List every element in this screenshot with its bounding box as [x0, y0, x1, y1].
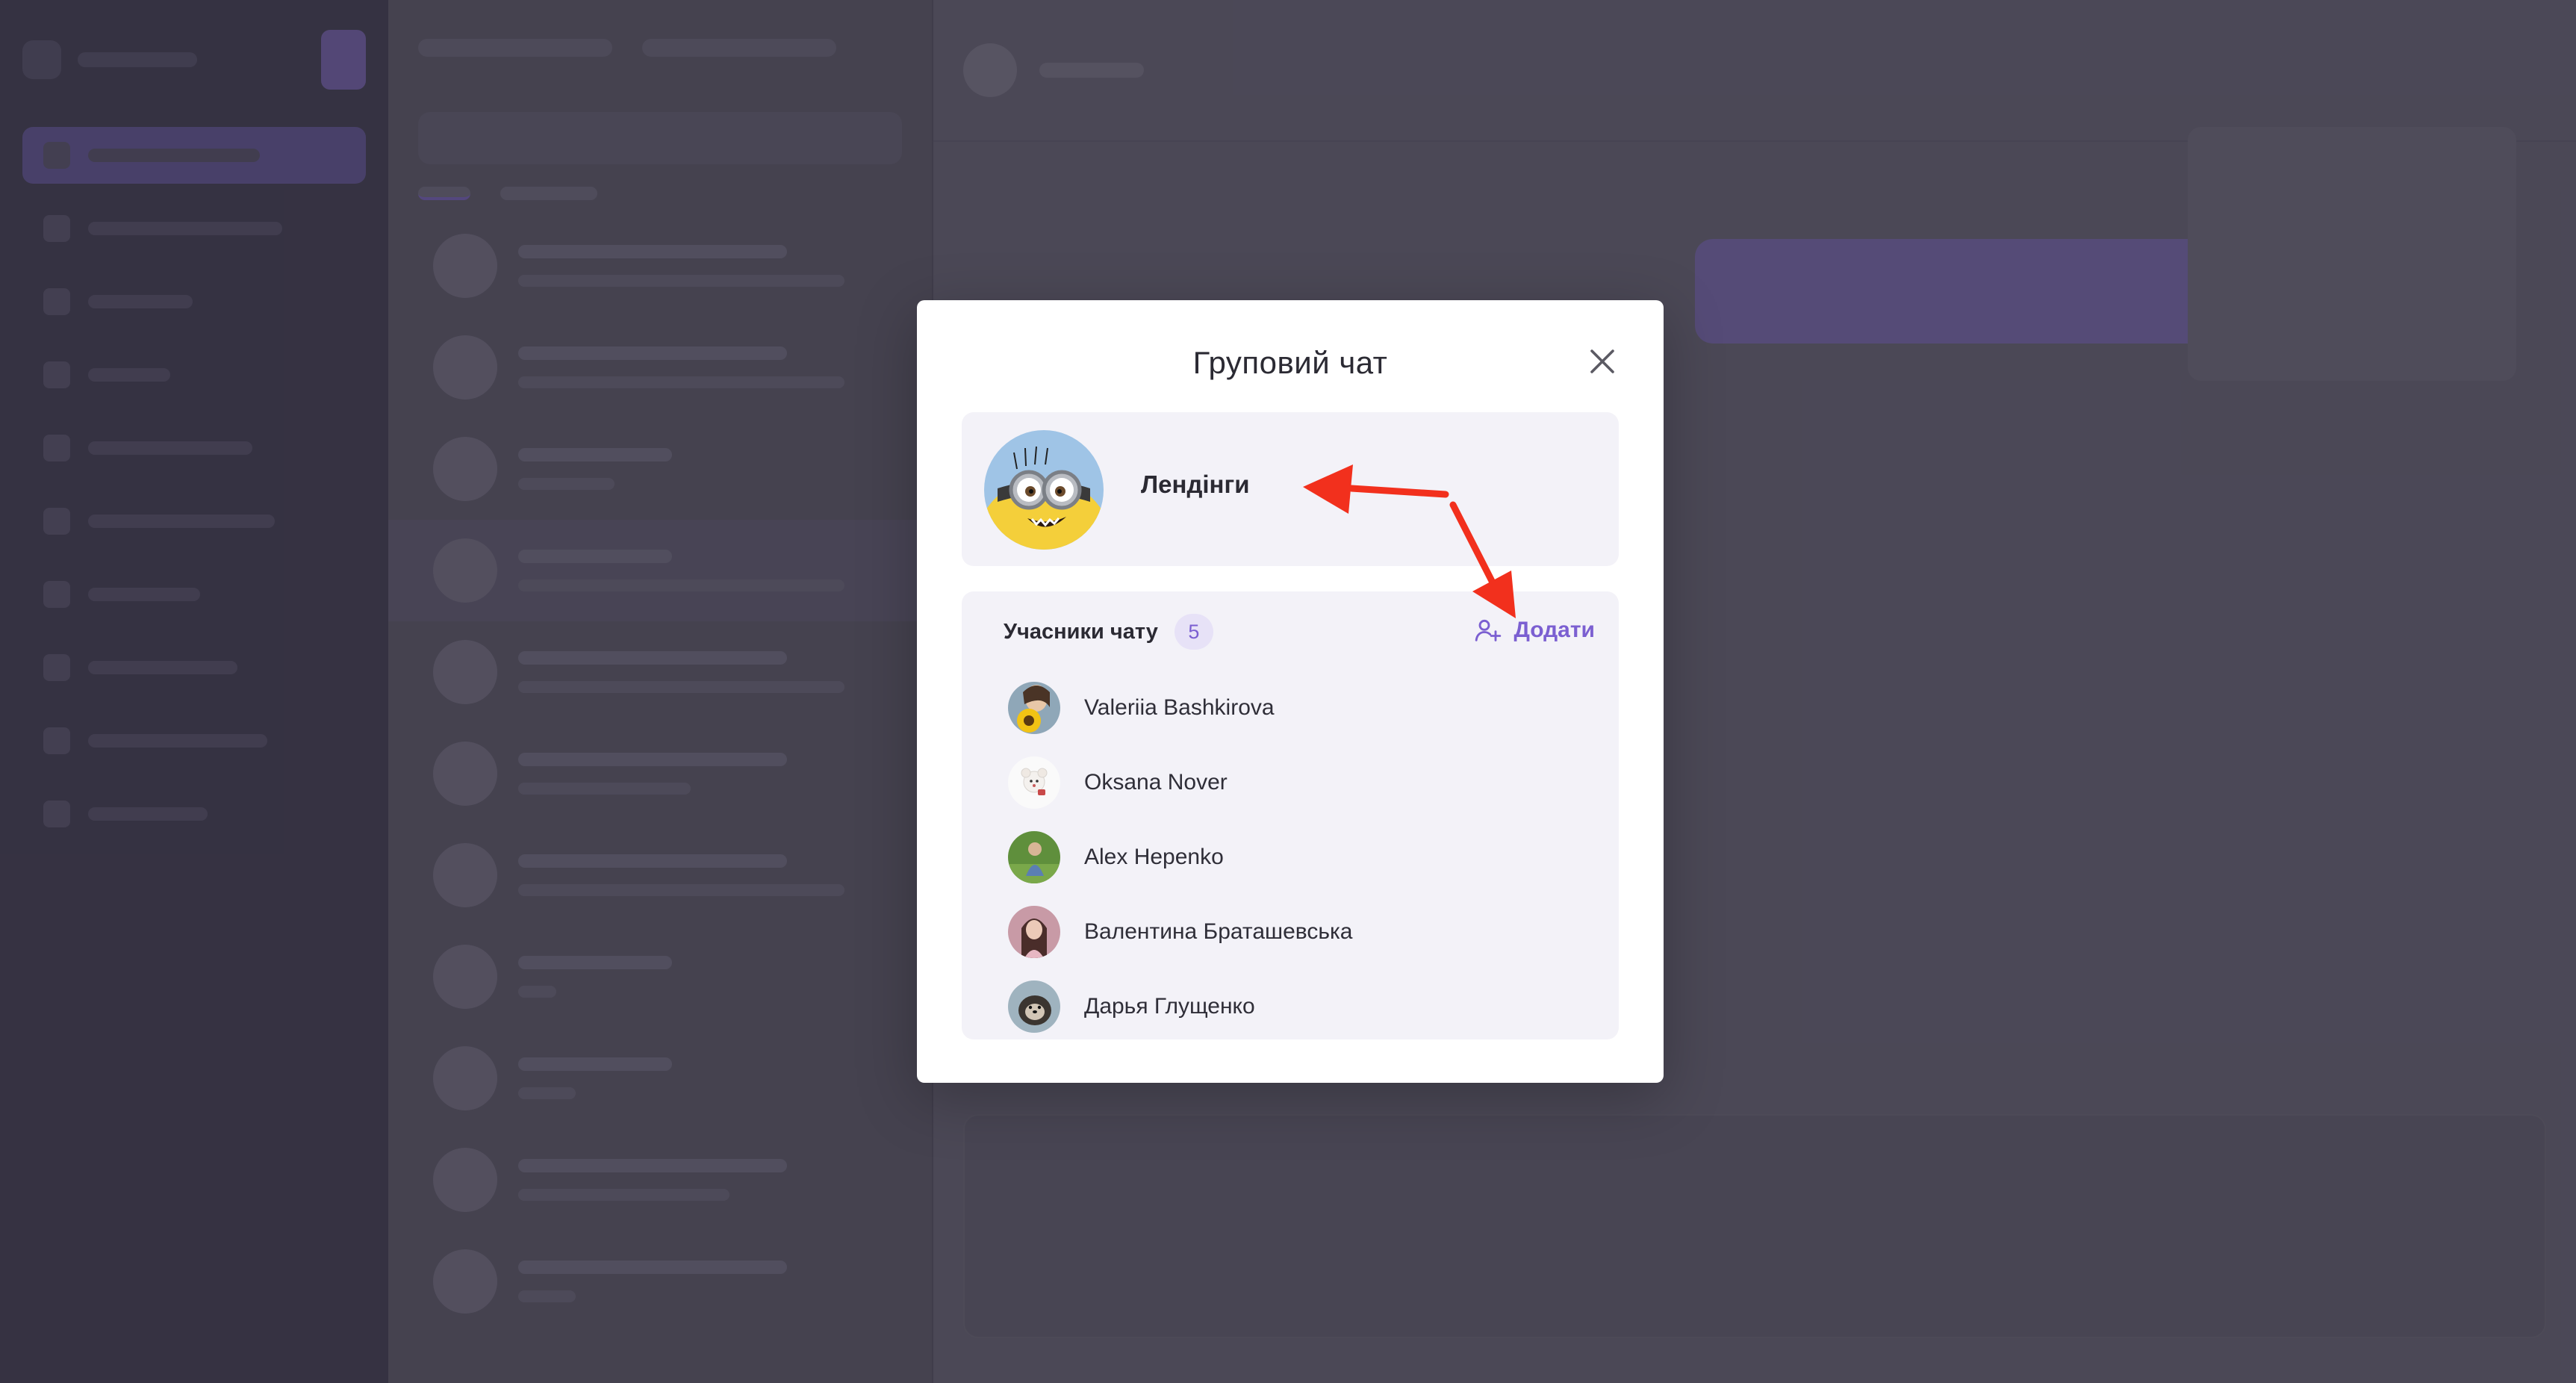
otter-photo-icon	[1008, 980, 1060, 1033]
close-button[interactable]	[1584, 344, 1620, 379]
modal-title: Груповий чат	[1192, 345, 1388, 380]
member-item[interactable]: Валентина Браташевська	[1008, 895, 1589, 969]
member-name: Валентина Браташевська	[1084, 919, 1353, 944]
member-avatar	[1008, 906, 1060, 958]
pencil-icon	[1322, 473, 1345, 497]
add-member-button[interactable]: Додати	[1473, 615, 1595, 645]
members-title: Учасники чату	[1004, 619, 1158, 644]
member-avatar	[1008, 756, 1060, 809]
member-avatar	[1008, 831, 1060, 883]
outdoor-photo-icon	[1008, 831, 1060, 883]
close-icon	[1590, 349, 1614, 373]
edit-group-name-button[interactable]	[1319, 469, 1354, 505]
member-name: Alex Hepenko	[1084, 845, 1224, 869]
minion-avatar-icon	[984, 430, 1104, 550]
group-avatar[interactable]	[984, 430, 1104, 550]
member-item[interactable]: Oksana Nover	[1008, 745, 1589, 820]
group-chat-modal: Груповий чат Лендінги Учасники чату 5 До…	[917, 300, 1664, 1083]
member-name: Oksana Nover	[1084, 770, 1228, 795]
member-item[interactable]: Valeriia Bashkirova	[1008, 671, 1589, 745]
member-avatar	[1008, 980, 1060, 1033]
member-list: Valeriia Bashkirova Oksana Nover Alex He…	[1008, 671, 1589, 1044]
sunflower-photo-icon	[1008, 682, 1060, 734]
member-name: Дарья Глущенко	[1084, 994, 1255, 1019]
member-name: Valeriia Bashkirova	[1084, 695, 1275, 720]
add-member-label: Додати	[1513, 618, 1595, 642]
members-count-badge: 5	[1174, 614, 1213, 650]
members-header: Учасники чату 5	[1004, 614, 1213, 650]
user-plus-icon	[1475, 619, 1502, 641]
group-name: Лендінги	[1141, 470, 1250, 498]
member-item[interactable]: Alex Hepenko	[1008, 820, 1589, 895]
portrait-photo-icon	[1008, 906, 1060, 958]
member-avatar	[1008, 682, 1060, 734]
members-card: Учасники чату 5 Додати Valeriia Bashkiro…	[962, 591, 1619, 1039]
group-info-card: Лендінги	[962, 412, 1619, 566]
toy-photo-icon	[1008, 756, 1060, 809]
member-item[interactable]: Дарья Глущенко	[1008, 969, 1589, 1044]
